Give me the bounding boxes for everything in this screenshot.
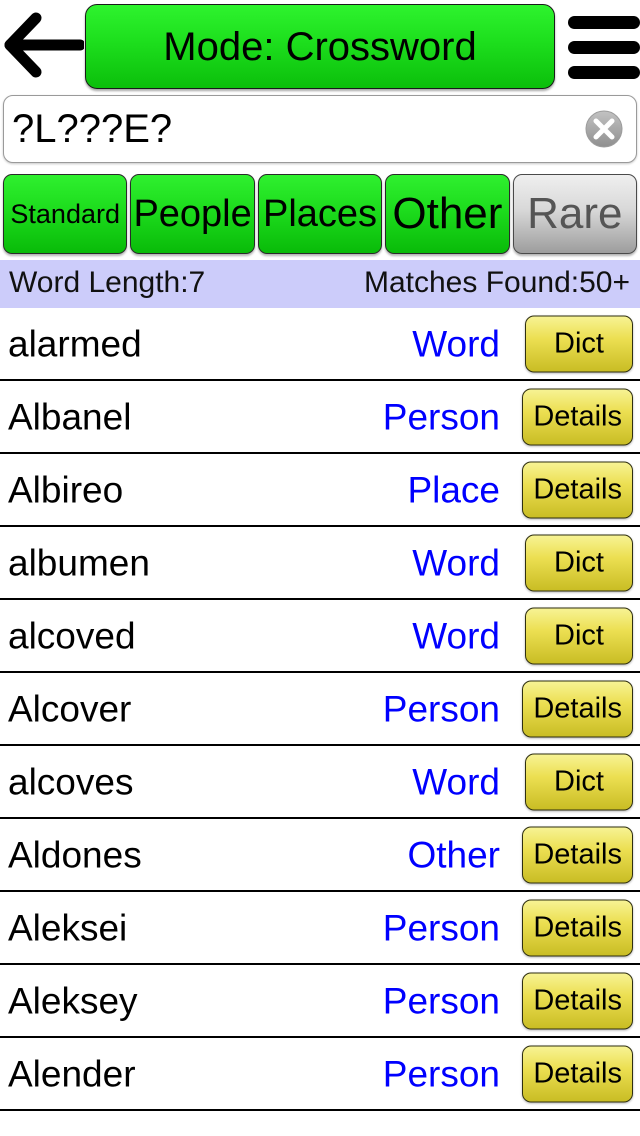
dict-button[interactable]: Dict <box>525 753 633 810</box>
result-word: alcoved <box>8 615 136 656</box>
result-type: Word <box>412 542 500 583</box>
result-word: albumen <box>8 542 150 583</box>
table-row[interactable]: Alcover Person Details <box>0 673 640 746</box>
table-row[interactable]: Albanel Person Details <box>0 381 640 454</box>
table-row[interactable]: alarmed Word Dict <box>0 308 640 381</box>
table-row[interactable]: alcoves Word Dict <box>0 746 640 819</box>
details-button[interactable]: Details <box>522 899 633 956</box>
mode-button-label: Mode: Crossword <box>163 24 477 69</box>
filter-button-places[interactable]: Places <box>257 174 383 254</box>
result-type: Other <box>407 834 500 875</box>
result-type: Word <box>412 323 500 364</box>
details-button[interactable]: Details <box>522 680 633 737</box>
result-word: Aldones <box>8 834 142 875</box>
status-bar: Word Length:7 Matches Found:50+ <box>0 260 640 308</box>
filter-button-group: Standard People Places Other Rare <box>0 174 640 258</box>
menu-icon-bar-3 <box>568 66 640 79</box>
hamburger-menu-button[interactable] <box>562 8 640 86</box>
table-row[interactable]: Alender Person Details <box>0 1038 640 1111</box>
filter-button-rare[interactable]: Rare <box>512 174 638 254</box>
result-type: Person <box>382 688 500 729</box>
table-row[interactable]: Aleksey Person Details <box>0 965 640 1038</box>
header-bar: Mode: Crossword <box>0 0 640 92</box>
search-field-container <box>3 95 637 163</box>
result-type: Person <box>382 980 500 1021</box>
table-row[interactable]: Albireo Place Details <box>0 454 640 527</box>
result-word: Aleksei <box>8 907 128 948</box>
details-button[interactable]: Details <box>522 826 633 883</box>
filter-button-other[interactable]: Other <box>385 174 510 254</box>
filter-button-people[interactable]: People <box>130 174 255 254</box>
result-type: Word <box>412 615 500 656</box>
result-word: alarmed <box>8 323 142 364</box>
table-row[interactable]: Aleksei Person Details <box>0 892 640 965</box>
back-button[interactable] <box>2 12 84 78</box>
menu-icon-bar-2 <box>568 41 640 54</box>
word-length-label: Word Length:7 <box>9 266 206 299</box>
result-word: Alcover <box>8 688 132 729</box>
mode-button[interactable]: Mode: Crossword <box>85 4 555 89</box>
dict-button[interactable]: Dict <box>525 534 633 591</box>
details-button[interactable]: Details <box>522 1045 633 1102</box>
result-type: Person <box>382 907 500 948</box>
menu-icon-bar-1 <box>568 16 640 29</box>
details-button[interactable]: Details <box>522 388 633 445</box>
result-word: Aleksey <box>8 980 138 1021</box>
filter-label-people: People <box>133 193 252 235</box>
filter-label-standard: Standard <box>10 198 120 229</box>
table-row[interactable] <box>0 1111 640 1136</box>
filter-label-other: Other <box>392 189 503 238</box>
dict-button[interactable]: Dict <box>525 315 633 372</box>
search-input[interactable] <box>12 96 572 162</box>
table-row[interactable]: albumen Word Dict <box>0 527 640 600</box>
app-root: Mode: Crossword Standard <box>0 0 640 1136</box>
back-arrow-icon <box>4 12 84 78</box>
filter-label-rare: Rare <box>527 189 623 238</box>
dict-button[interactable]: Dict <box>525 607 633 664</box>
result-word: Alender <box>8 1053 136 1094</box>
result-type: Person <box>382 396 500 437</box>
details-button[interactable]: Details <box>522 972 633 1029</box>
result-type: Person <box>382 1053 500 1094</box>
result-word: Albireo <box>8 469 124 510</box>
matches-found-label: Matches Found:50+ <box>363 266 630 299</box>
result-type: Word <box>412 761 500 802</box>
result-word: Albanel <box>8 396 132 437</box>
result-type: Place <box>407 469 500 510</box>
details-button[interactable]: Details <box>522 461 633 518</box>
table-row[interactable]: alcoved Word Dict <box>0 600 640 673</box>
table-row[interactable]: Aldones Other Details <box>0 819 640 892</box>
clear-icon[interactable] <box>584 109 624 149</box>
filter-label-places: Places <box>262 193 378 235</box>
result-word: alcoves <box>8 761 134 802</box>
filter-button-standard[interactable]: Standard <box>3 174 128 254</box>
results-list[interactable]: alarmed Word Dict Albanel Person Details Albir… <box>0 308 640 1136</box>
